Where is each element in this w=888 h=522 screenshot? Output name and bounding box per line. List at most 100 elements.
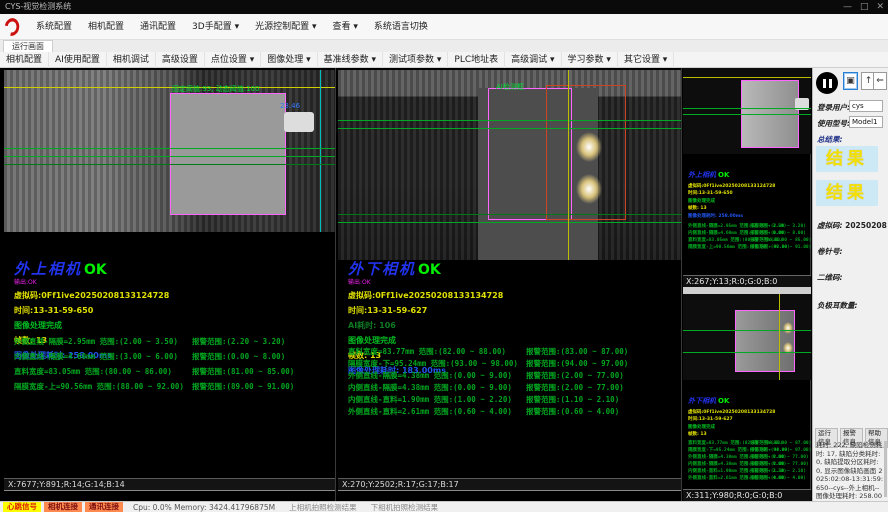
toolbar-plc-address-table[interactable]: PLC地址表 bbox=[448, 52, 505, 68]
camera-image-upper-outer[interactable]: 固定阈值:93, 动态阈值:100 23.46 bbox=[4, 70, 335, 232]
menu-view[interactable]: 查看 ▾ bbox=[324, 14, 365, 40]
neg-tab-count-label: 负极耳数量: bbox=[817, 300, 858, 311]
thumbnail-upper-outer[interactable]: 外上相机OK 虚拟码:0Ff1ive20250208133124728 时间:1… bbox=[683, 68, 811, 293]
measurement-row: 内侧直线-隔膜=4.60mm 范围:(3.00 ~ 6.00)报警范围:(0.0… bbox=[14, 351, 294, 366]
measurement-row: 外侧直线-隔膜=4.38mm 范围:(0.00 ~ 9.00)报警范围:(2.0… bbox=[348, 370, 628, 382]
pixel-coords-readout: X:7677;Y:891;R:14;G:14;B:14 bbox=[4, 478, 335, 491]
menu-3d-hand-config[interactable]: 3D手配置 ▾ bbox=[184, 14, 247, 40]
title-bar: CYS-视觉检测系统 — □ ✕ bbox=[0, 0, 888, 14]
measurement-row: 外侧直线-隔膜=2.95mm 范围:(2.00 ~ 3.50)报警范围:(2.2… bbox=[14, 336, 294, 351]
measurement-rows: 外侧直线-隔膜=2.95mm 范围:(2.00 ~ 3.50)报警范围:(2.2… bbox=[14, 336, 294, 396]
thumbnail-result-text: 外上相机OK 虚拟码:0Ff1ive20250208133124728 时间:1… bbox=[688, 162, 811, 251]
threshold-overlay-label: 固定阈值:93, 动态阈值:100 bbox=[172, 84, 259, 94]
thumbnail-result-text: 外下相机OK 虚拟码:0Ff1ive20250208133134728 时间:1… bbox=[688, 388, 811, 482]
part-connector bbox=[284, 112, 314, 132]
overlay-green-line bbox=[338, 120, 681, 121]
toolbar-camera-config[interactable]: 相机配置 bbox=[0, 52, 49, 68]
model-label: 使用型号: bbox=[817, 118, 850, 129]
result-box-2: 结果 bbox=[816, 180, 878, 206]
qrcode-label: 二维码: bbox=[817, 272, 843, 283]
thumbnail-image[interactable] bbox=[683, 294, 811, 380]
lower-camera-result-text: 下相机拍照检测结果 bbox=[371, 502, 439, 513]
total-result-label: 总结果: bbox=[817, 134, 843, 145]
result-status: OK bbox=[84, 262, 107, 278]
maximize-icon[interactable]: □ bbox=[860, 0, 869, 14]
menu-comm-config[interactable]: 通讯配置 bbox=[132, 14, 184, 40]
menu-system-config[interactable]: 系统配置 bbox=[28, 14, 80, 40]
thumbnail-column: 外上相机OK 虚拟码:0Ff1ive20250208133124728 时间:1… bbox=[683, 68, 811, 501]
overlay-green-line bbox=[338, 222, 681, 223]
pixel-coords-readout: X:270;Y:2502;R:17;G:17;B:17 bbox=[338, 478, 681, 491]
bright-spot bbox=[576, 174, 602, 204]
toolbar-point-settings[interactable]: 点位设置 ▾ bbox=[205, 52, 261, 68]
overlay-yellow-line bbox=[4, 87, 335, 88]
toolbar: 相机配置 AI使用配置 相机调试 高级设置 点位设置 ▾ 图像处理 ▾ 基准线参… bbox=[0, 52, 888, 68]
toolbar-advanced-debug[interactable]: 高级调试 ▾ bbox=[505, 52, 561, 68]
vcode-value: 20250208 bbox=[845, 221, 887, 230]
minimize-icon[interactable]: — bbox=[843, 0, 852, 14]
camera-panel-upper-outer: 固定阈值:93, 动态阈值:100 23.46 外上相机OK 输出:OK 虚拟码… bbox=[4, 68, 336, 501]
thumbnail-lower-outer[interactable]: 外下相机OK 虚拟码:0Ff1ive20250208133134728 时间:1… bbox=[683, 294, 811, 501]
camera-image-lower-outer[interactable]: AI检测框 bbox=[338, 70, 681, 260]
bottom-fill bbox=[0, 512, 888, 522]
virtual-code: 虚拟码:0Ff1ive20250208133134728 bbox=[348, 290, 503, 301]
bright-spot bbox=[783, 322, 793, 334]
measurement-row: 直料宽度=83.77mm 范围:(82.00 ~ 88.00)报警范围:(83.… bbox=[348, 346, 628, 358]
measurement-row: 隔膜宽度-上=90.56mm 范围:(88.00 ~ 92.00)报警范围:(8… bbox=[14, 381, 294, 396]
menu-bar: 系统配置 相机配置 通讯配置 3D手配置 ▾ 光源控制配置 ▾ 查看 ▾ 系统语… bbox=[0, 14, 888, 40]
log-scrollbar[interactable] bbox=[884, 441, 887, 497]
ai-elapsed: AI耗时: 106 bbox=[348, 320, 503, 331]
capture-time: 时间:13-31-59-650 bbox=[14, 305, 169, 316]
toolbar-image-processing[interactable]: 图像处理 ▾ bbox=[261, 52, 317, 68]
overlay-yellow-line bbox=[568, 70, 569, 260]
toolbar-learning-params[interactable]: 学习参数 ▾ bbox=[562, 52, 618, 68]
toolbar-test-item-params[interactable]: 测试项参数 ▾ bbox=[383, 52, 448, 68]
virtual-code: 虚拟码:0Ff1ive20250208133124728 bbox=[14, 290, 169, 301]
toolbar-other-settings[interactable]: 其它设置 ▾ bbox=[618, 52, 674, 68]
toolbar-baseline-params[interactable]: 基准线参数 ▾ bbox=[318, 52, 383, 68]
camera-tool-button[interactable]: ▣ bbox=[843, 72, 858, 90]
pause-icon bbox=[829, 79, 832, 88]
camera-name: 外下相机 bbox=[348, 260, 416, 278]
measure-overlay-value: 23.46 bbox=[280, 102, 300, 110]
tab-strip: 运行画面 bbox=[0, 40, 888, 52]
result-box-1: 结果 bbox=[816, 146, 878, 172]
pixel-coords-readout: X:267;Y:13;R:0;G:0;B:0 bbox=[683, 275, 811, 287]
overlay-yellow-line bbox=[683, 77, 811, 78]
measurement-row: 外侧直线-直料=2.61mm 范围:(0.60 ~ 4.00)报警范围:(0.6… bbox=[348, 406, 628, 418]
process-done: 图像处理完成 bbox=[14, 320, 169, 331]
control-sidebar: ▣ ↑ ⇐ 登录用户: cys 使用型号: Model1 总结果: 结果 结果 … bbox=[812, 68, 888, 501]
overlay-green-line bbox=[4, 164, 335, 165]
vcode-label: 虚拟码: 20250208 bbox=[817, 220, 887, 231]
tab-run-screen[interactable]: 运行画面 bbox=[3, 40, 53, 52]
arrow-left-icon: ⇐ bbox=[876, 76, 884, 86]
camera-connect-badge: 相机连接 bbox=[44, 502, 82, 512]
menu-language-switch[interactable]: 系统语言切换 bbox=[366, 14, 436, 40]
cpu-memory-readout: Cpu: 0.0% Memory: 3424.41796875M bbox=[133, 503, 275, 512]
model-value[interactable]: Model1 bbox=[849, 116, 883, 128]
status-bar: 心跳信号 相机连接 通讯连接 Cpu: 0.0% Memory: 3424.41… bbox=[0, 501, 888, 512]
pause-button[interactable] bbox=[816, 72, 838, 94]
capture-time: 时间:13-31-59-627 bbox=[348, 305, 503, 316]
menu-light-control-config[interactable]: 光源控制配置 ▾ bbox=[247, 14, 324, 40]
run-log-text: 耗时: 222, 缺陷检测耗时: 17, 缺陷分类耗时: 0, 缺陷提取分区耗时… bbox=[816, 441, 884, 509]
thumbnail-image[interactable] bbox=[683, 68, 811, 154]
result-status: OK bbox=[418, 262, 441, 278]
toolbar-advanced-settings[interactable]: 高级设置 bbox=[156, 52, 205, 68]
close-icon[interactable]: ✕ bbox=[876, 0, 884, 14]
menu-camera-config[interactable]: 相机配置 bbox=[80, 14, 132, 40]
camera-icon: ▣ bbox=[846, 76, 855, 86]
overlay-roi-rect bbox=[170, 93, 286, 215]
toolbar-ai-use-config[interactable]: AI使用配置 bbox=[49, 52, 107, 68]
back-tool-button[interactable]: ⇐ bbox=[873, 72, 887, 90]
overlay-yellow-line bbox=[779, 294, 780, 380]
process-done: 图像处理完成 bbox=[348, 335, 503, 346]
overlay-green-line bbox=[338, 128, 681, 129]
overlay-green-line bbox=[4, 148, 335, 149]
overlay-green-line bbox=[4, 156, 335, 157]
camera-panel-lower-outer: AI检测框 外下相机OK 输出:OK 虚拟码:0Ff1ive2025020813… bbox=[338, 68, 682, 501]
toolbar-camera-debug[interactable]: 相机调试 bbox=[107, 52, 156, 68]
overlay-green-line bbox=[683, 352, 811, 353]
login-user-value[interactable]: cys bbox=[849, 100, 883, 112]
upper-camera-result-text: 上相机拍照检测结果 bbox=[289, 502, 357, 513]
